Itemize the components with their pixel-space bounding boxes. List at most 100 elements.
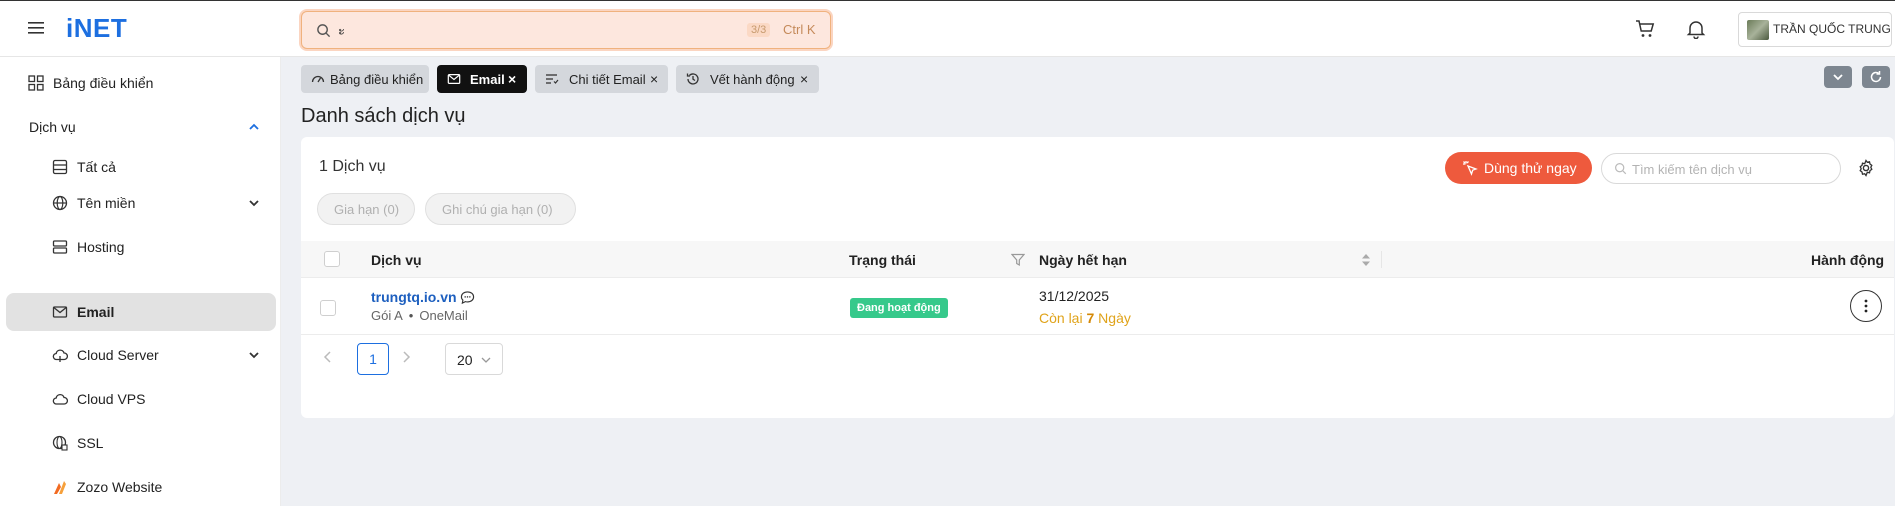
user-name: TRẦN QUỐC TRUNG bbox=[1773, 22, 1891, 36]
service-count: 1 Dịch vụ bbox=[319, 158, 386, 175]
pagination-next-icon[interactable] bbox=[399, 350, 413, 364]
search-icon bbox=[317, 24, 331, 38]
tab-dashboard[interactable]: Bảng điều khiển bbox=[301, 65, 429, 93]
chevron-down-icon bbox=[249, 352, 259, 359]
tab-action-log[interactable]: Vết hành động × bbox=[676, 65, 819, 93]
mail-icon bbox=[52, 306, 68, 318]
sidebar-item-label: Tên miền bbox=[77, 195, 136, 211]
filter-label: Ghi chú gia hạn (0) bbox=[442, 202, 553, 217]
page-title: Danh sách dịch vụ bbox=[301, 105, 466, 127]
tab-email-detail[interactable]: Chi tiết Email × bbox=[535, 65, 668, 93]
sidebar-item-cloud-server[interactable]: Cloud Server bbox=[6, 335, 276, 375]
sparkle-pointer-icon bbox=[1463, 161, 1478, 176]
server-icon bbox=[52, 240, 68, 254]
chevron-up-icon bbox=[249, 123, 259, 130]
try-now-button[interactable]: Dùng thử ngay bbox=[1445, 152, 1592, 184]
row-actions-button[interactable] bbox=[1850, 290, 1882, 322]
service-search[interactable] bbox=[1601, 153, 1841, 184]
sidebar-item-services[interactable]: Dịch vụ bbox=[6, 107, 276, 147]
tab-label: Email bbox=[470, 72, 505, 87]
close-icon[interactable]: × bbox=[650, 71, 658, 87]
sidebar-item-all[interactable]: Tất cả bbox=[6, 147, 276, 187]
comment-icon[interactable] bbox=[460, 290, 475, 305]
inet-logo[interactable]: iNET bbox=[66, 13, 127, 44]
sidebar: Bảng điều khiển Dịch vụ Tất cả Tên miền … bbox=[0, 57, 281, 506]
sidebar-item-label: Zozo Website bbox=[77, 479, 163, 495]
service-name-link[interactable]: trungtq.io.vn bbox=[371, 289, 457, 305]
sidebar-item-hosting[interactable]: Hosting bbox=[6, 227, 276, 267]
service-meta: Gói A • OneMail bbox=[371, 308, 468, 323]
try-now-label: Dùng thử ngay bbox=[1484, 160, 1577, 176]
sidebar-item-label: SSL bbox=[77, 435, 104, 451]
page-size-select[interactable]: 20 bbox=[445, 343, 503, 375]
top-header: iNET 3/3 Ctrl K TRẦN QUỐC TRUNG bbox=[0, 0, 1895, 57]
history-icon bbox=[686, 73, 699, 85]
filter-renewal-note[interactable]: Ghi chú gia hạn (0) bbox=[425, 193, 576, 225]
column-header-expiry: Ngày hết hạn bbox=[1039, 252, 1127, 268]
list-icon bbox=[546, 74, 559, 84]
sidebar-item-email[interactable]: Email bbox=[6, 293, 276, 331]
dashboard-icon bbox=[28, 75, 44, 91]
tabs-dropdown-button[interactable] bbox=[1824, 66, 1852, 88]
expiry-date: 31/12/2025 bbox=[1039, 288, 1110, 304]
user-menu-button[interactable]: TRẦN QUỐC TRUNG bbox=[1738, 12, 1892, 47]
sidebar-item-label: Tất cả bbox=[77, 159, 116, 175]
remaining-days: Còn lại 7 Ngày bbox=[1039, 310, 1131, 326]
service-plan: Gói A bbox=[371, 308, 403, 323]
sidebar-item-label: Dịch vụ bbox=[29, 119, 76, 135]
chevron-down-icon bbox=[1833, 74, 1843, 81]
page-size-value: 20 bbox=[457, 352, 473, 368]
column-header-actions: Hành động bbox=[1811, 252, 1885, 268]
pagination-prev-icon[interactable] bbox=[321, 350, 335, 364]
tab-email[interactable]: Email × bbox=[437, 65, 527, 93]
more-vertical-icon bbox=[1864, 299, 1868, 313]
sidebar-item-ssl[interactable]: SSL bbox=[6, 423, 276, 463]
filter-renewal[interactable]: Gia hạn (0) bbox=[317, 193, 415, 225]
row-checkbox[interactable] bbox=[320, 300, 336, 316]
table-icon bbox=[52, 159, 68, 175]
global-search[interactable]: 3/3 Ctrl K bbox=[301, 11, 831, 49]
service-provider: OneMail bbox=[419, 308, 468, 323]
pagination-page-1[interactable]: 1 bbox=[357, 343, 389, 375]
sidebar-item-zozo-website[interactable]: Zozo Website bbox=[6, 467, 276, 506]
sidebar-item-dashboard[interactable]: Bảng điều khiển bbox=[6, 63, 276, 103]
column-divider bbox=[1381, 251, 1382, 268]
menu-icon[interactable] bbox=[28, 20, 48, 38]
sidebar-item-label: Cloud VPS bbox=[77, 391, 146, 407]
search-shortcut-hint: Ctrl K bbox=[783, 22, 816, 37]
cloud-vps-icon bbox=[52, 393, 68, 405]
sort-icon[interactable] bbox=[1361, 253, 1371, 267]
select-all-checkbox[interactable] bbox=[324, 251, 340, 267]
mail-icon bbox=[447, 74, 461, 84]
sidebar-item-label: Cloud Server bbox=[77, 347, 159, 363]
sidebar-item-label: Hosting bbox=[77, 239, 125, 255]
reload-icon bbox=[1870, 71, 1882, 83]
search-match-count: 3/3 bbox=[747, 23, 771, 37]
ssl-globe-icon bbox=[52, 435, 68, 451]
avatar bbox=[1747, 20, 1769, 40]
services-card: 1 Dịch vụ Dùng thử ngay Gia hạn (0) Ghi … bbox=[301, 137, 1894, 418]
cloud-icon bbox=[52, 349, 68, 362]
global-search-input[interactable] bbox=[338, 20, 718, 40]
chevron-down-icon bbox=[249, 200, 259, 207]
filter-icon[interactable] bbox=[1011, 253, 1025, 267]
tab-label: Bảng điều khiển bbox=[330, 72, 424, 87]
sidebar-item-label: Bảng điều khiển bbox=[53, 75, 154, 91]
dashboard-gauge-icon bbox=[311, 75, 325, 83]
filter-label: Gia hạn (0) bbox=[334, 202, 400, 217]
bell-icon[interactable] bbox=[1686, 19, 1706, 39]
chevron-down-icon bbox=[481, 357, 491, 363]
table-row: trungtq.io.vn Gói A • OneMail Đang hoạt độ… bbox=[301, 278, 1894, 335]
cart-icon[interactable] bbox=[1635, 19, 1655, 39]
search-icon bbox=[1615, 163, 1627, 175]
reload-button[interactable] bbox=[1862, 66, 1890, 88]
sidebar-item-domains[interactable]: Tên miền bbox=[6, 183, 276, 223]
service-search-input[interactable] bbox=[1632, 160, 1832, 178]
sidebar-item-cloud-vps[interactable]: Cloud VPS bbox=[6, 379, 276, 419]
table-header: Dịch vụ Trạng thái Ngày hết hạn Hành độn… bbox=[301, 241, 1894, 278]
close-icon[interactable]: × bbox=[508, 71, 516, 87]
globe-icon bbox=[52, 195, 68, 211]
gear-icon[interactable] bbox=[1857, 159, 1875, 177]
column-header-status: Trạng thái bbox=[849, 252, 916, 268]
close-icon[interactable]: × bbox=[800, 71, 808, 87]
